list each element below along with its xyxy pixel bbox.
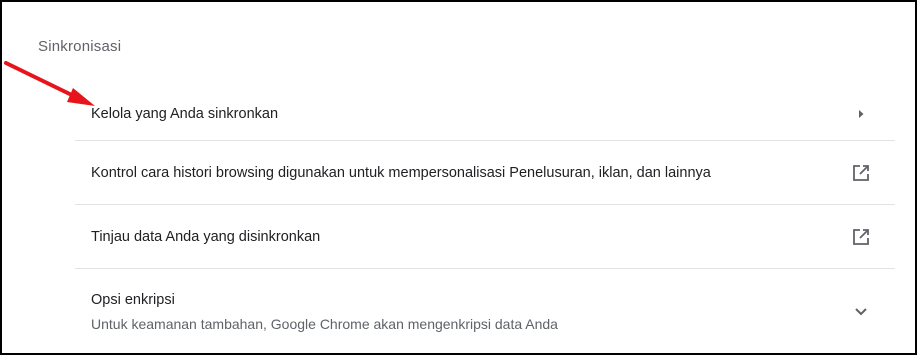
browsing-history-control-row[interactable]: Kontrol cara histori browsing digunakan … xyxy=(75,142,895,204)
review-synced-data-label: Tinjau data Anda yang disinkronkan xyxy=(91,229,321,245)
encryption-options-description: Untuk keamanan tambahan, Google Chrome a… xyxy=(91,316,558,332)
annotation-arrow xyxy=(4,61,95,106)
divider xyxy=(75,140,895,141)
chevron-down-icon[interactable] xyxy=(849,300,873,324)
divider xyxy=(75,204,895,205)
encryption-options-label: Opsi enkripsi xyxy=(91,292,175,308)
open-external-icon xyxy=(849,225,873,249)
manage-sync-label: Kelola yang Anda sinkronkan xyxy=(91,106,279,122)
manage-sync-row[interactable]: Kelola yang Anda sinkronkan xyxy=(75,88,895,140)
chevron-right-icon xyxy=(849,102,873,126)
sync-settings-panel: Sinkronisasi Kelola yang Anda sinkronkan… xyxy=(0,0,917,355)
encryption-options-row[interactable]: Opsi enkripsi Untuk keamanan tambahan, G… xyxy=(75,270,895,354)
open-external-icon xyxy=(849,161,873,185)
browsing-history-control-label: Kontrol cara histori browsing digunakan … xyxy=(91,165,711,181)
divider xyxy=(75,268,895,269)
review-synced-data-row[interactable]: Tinjau data Anda yang disinkronkan xyxy=(75,206,895,268)
